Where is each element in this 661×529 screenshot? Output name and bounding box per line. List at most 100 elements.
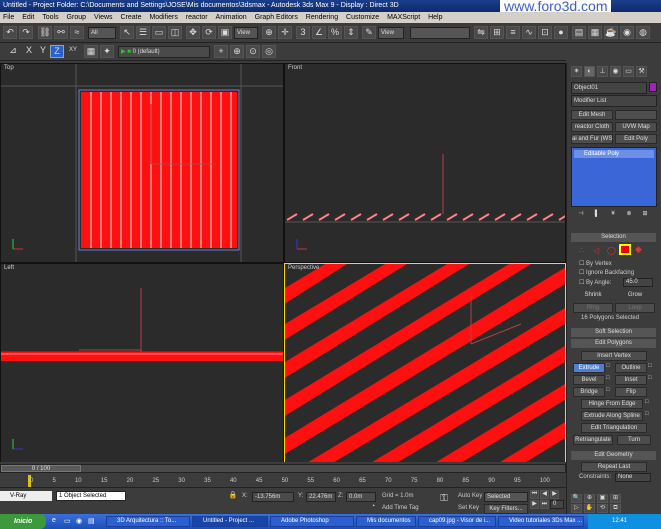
ring-button[interactable]: Ring: [573, 303, 613, 313]
menu-file[interactable]: File: [3, 14, 14, 21]
render-type-icon[interactable]: ◉: [620, 26, 634, 39]
menu-maxscript[interactable]: MAXScript: [387, 14, 420, 21]
quick-render-icon[interactable]: ☕: [604, 26, 618, 39]
viewport-front[interactable]: Front: [284, 63, 566, 263]
insert-vertex-button[interactable]: Insert Vertex: [581, 351, 647, 361]
menu-group[interactable]: Group: [67, 14, 86, 21]
rotate-icon[interactable]: ⟳: [202, 26, 216, 39]
lock-selection-icon[interactable]: 🔒: [228, 492, 238, 502]
schematic-view-icon[interactable]: ⊡: [538, 26, 552, 39]
auto-key-selection-dropdown[interactable]: Selected: [484, 492, 528, 502]
layer-manager-icon[interactable]: ≡: [506, 26, 520, 39]
menu-graph-editors[interactable]: Graph Editors: [255, 14, 298, 21]
unlink-icon[interactable]: ⚯: [54, 26, 68, 39]
edit-geometry-rollout-header[interactable]: Edit Geometry: [571, 451, 656, 460]
edge-level-icon[interactable]: ◁: [593, 246, 599, 255]
vertex-level-icon[interactable]: ∴: [579, 246, 584, 255]
arc-rotate-icon[interactable]: ⟲: [597, 504, 608, 513]
configure-sets-icon[interactable]: ⊞: [639, 210, 651, 220]
flip-button[interactable]: Flip: [615, 387, 647, 397]
select-manipulate-icon[interactable]: ✛: [278, 26, 292, 39]
curve-editor-icon[interactable]: ∿: [522, 26, 536, 39]
object-name-field[interactable]: Object01: [571, 82, 647, 94]
set-current-layer-icon[interactable]: ◎: [262, 45, 276, 58]
track-bar[interactable]: 0 5 10 15 20 25 30 35 40 45 50 55 60 65 …: [0, 475, 566, 488]
layer-dropdown[interactable]: ▶ ■ 0 (default): [118, 46, 210, 58]
menu-edit[interactable]: Edit: [22, 14, 34, 21]
menu-animation[interactable]: Animation: [216, 14, 247, 21]
task-3dsmax[interactable]: Untitled - Project ...: [192, 516, 268, 527]
angle-snap-icon[interactable]: ∠: [312, 26, 326, 39]
edit-mesh-button[interactable]: Edit Mesh: [571, 110, 613, 120]
grow-button[interactable]: Grow: [615, 291, 655, 301]
next-frame-icon[interactable]: ▶: [530, 500, 539, 509]
remove-modifier-icon[interactable]: ⊗: [623, 210, 635, 220]
edit-poly-button[interactable]: Edit Poly: [615, 134, 657, 144]
pan-icon[interactable]: ✋: [584, 504, 595, 513]
selection-filter-dropdown[interactable]: All: [88, 27, 116, 39]
pin-stack-icon[interactable]: ⊣: [575, 210, 587, 220]
snaps-toggle-icon[interactable]: 3: [296, 26, 310, 39]
align-icon[interactable]: ⊞: [490, 26, 504, 39]
render-setup-icon[interactable]: ▤: [572, 26, 586, 39]
task-image-viewer[interactable]: cap09.jpg - Visor de i...: [418, 516, 496, 527]
reactor-cloth-button[interactable]: reactor Cloth: [571, 122, 613, 132]
menu-tools[interactable]: Tools: [42, 14, 58, 21]
repeat-last-button[interactable]: Repeat Last: [581, 462, 647, 472]
select-layer-icon[interactable]: ⊙: [246, 45, 260, 58]
link-icon[interactable]: ⛓: [38, 26, 52, 39]
inset-button[interactable]: Inset: [615, 375, 647, 385]
axis-z[interactable]: Z: [50, 45, 64, 58]
new-layer-icon[interactable]: +: [214, 45, 228, 58]
time-tag-icon[interactable]: ◔: [368, 503, 378, 513]
menu-modifiers[interactable]: Modifiers: [149, 14, 177, 21]
z-coordinate-field[interactable]: 0.0m: [346, 492, 376, 502]
named-selection-dropdown[interactable]: View: [378, 27, 404, 39]
utilities-tab-icon[interactable]: ⚒: [636, 66, 647, 77]
edit-triangulation-button[interactable]: Edit Triangulation: [581, 423, 647, 433]
inset-settings-icon[interactable]: □: [648, 375, 652, 381]
named-selection-set[interactable]: [410, 27, 470, 39]
object-color-swatch[interactable]: [649, 82, 657, 92]
maximize-viewport-icon[interactable]: ⧉: [610, 504, 621, 513]
menu-rendering[interactable]: Rendering: [306, 14, 338, 21]
menu-customize[interactable]: Customize: [346, 14, 379, 21]
modifier-stack[interactable]: Editable Poly: [571, 147, 657, 207]
layer-icon[interactable]: ▦: [84, 45, 98, 58]
edit-polygons-rollout-header[interactable]: Edit Polygons: [571, 339, 656, 348]
extrude-button[interactable]: Extrude: [573, 363, 605, 373]
retriangulate-button[interactable]: Retriangulate: [573, 435, 613, 445]
viewport-left[interactable]: Left: [0, 263, 284, 463]
go-to-end-icon[interactable]: ⏭: [540, 500, 549, 509]
zoom-icon[interactable]: 🔍: [571, 494, 582, 503]
add-time-tag[interactable]: Add Time Tag: [382, 505, 419, 511]
viewport-top[interactable]: Top: [0, 63, 284, 263]
task-photoshop[interactable]: Adobe Photoshop: [270, 516, 354, 527]
hair-fur-button[interactable]: ai and Fur (WS: [571, 134, 613, 144]
named-selection-icon[interactable]: ✎: [362, 26, 376, 39]
constraints-dropdown[interactable]: None: [615, 473, 651, 482]
show-end-result-icon[interactable]: ▌: [591, 210, 603, 220]
add-to-layer-icon[interactable]: ⊕: [230, 45, 244, 58]
bind-space-warp-icon[interactable]: ≈: [70, 26, 84, 39]
current-frame-field[interactable]: 0: [550, 500, 564, 509]
select-object-icon[interactable]: ↖: [120, 26, 134, 39]
make-unique-icon[interactable]: ¥: [607, 210, 619, 220]
spinner-snap-icon[interactable]: ⇕: [344, 26, 358, 39]
render-frame-icon[interactable]: ▦: [588, 26, 602, 39]
redo-icon[interactable]: ↷: [19, 26, 33, 39]
soft-selection-rollout-header[interactable]: Soft Selection: [571, 328, 656, 337]
bridge-settings-icon[interactable]: □: [606, 387, 610, 393]
key-filters-button[interactable]: Key Filters...: [484, 504, 528, 514]
blank-mod-button[interactable]: [615, 110, 657, 120]
display-tab-icon[interactable]: ▭: [623, 66, 634, 77]
task-video-tutoriales[interactable]: Video tutoriales 3Ds Max ...: [498, 516, 584, 527]
motion-tab-icon[interactable]: ◉: [610, 66, 621, 77]
time-slider-thumb[interactable]: 0 / 100: [1, 465, 81, 472]
set-key-button[interactable]: Set Key: [458, 505, 479, 511]
task-mis-documentos[interactable]: Mis documentos: [356, 516, 416, 527]
y-coordinate-field[interactable]: 22.476m: [306, 492, 336, 502]
desktop-quicklaunch-icon[interactable]: ▭: [64, 517, 74, 526]
percent-snap-icon[interactable]: %: [328, 26, 342, 39]
bevel-button[interactable]: Bevel: [573, 375, 605, 385]
